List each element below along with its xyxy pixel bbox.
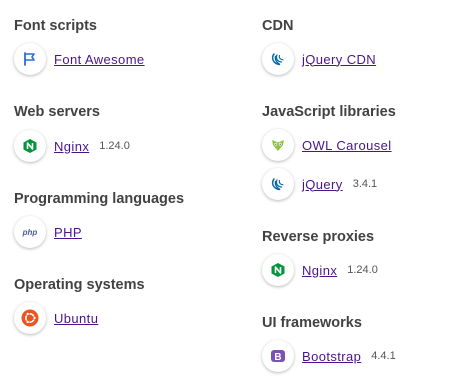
tech-name-link[interactable]: Nginx [302, 263, 337, 278]
php-icon: php [14, 216, 46, 248]
category-title-programming-languages: Programming languages [14, 191, 185, 207]
tech-item-owl-carousel[interactable]: OWL Carousel [262, 129, 392, 161]
bootstrap-icon: B [262, 340, 294, 372]
tech-item-nginx[interactable]: Nginx 1.24.0 [14, 130, 130, 162]
tech-item-jquery[interactable]: jQuery 3.4.1 [262, 168, 377, 200]
ubuntu-icon [14, 302, 46, 334]
category-title-font-scripts: Font scripts [14, 18, 97, 34]
category-title-javascript-libraries: JavaScript libraries [262, 104, 396, 120]
svg-text:B: B [274, 352, 281, 363]
tech-version: 1.24.0 [347, 264, 378, 276]
tech-name-link[interactable]: Ubuntu [54, 311, 98, 326]
category-title-cdn: CDN [262, 18, 294, 34]
jquery-icon [262, 43, 294, 75]
tech-version: 4.4.1 [371, 350, 396, 362]
tech-name-link[interactable]: Bootstrap [302, 349, 361, 364]
tech-name-link[interactable]: jQuery [302, 177, 343, 192]
svg-text:php: php [22, 228, 38, 237]
tech-name-link[interactable]: Nginx [54, 139, 89, 154]
tech-item-php[interactable]: php PHP [14, 216, 82, 248]
nginx-icon [14, 130, 46, 162]
tech-item-font-awesome[interactable]: Font Awesome [14, 43, 145, 75]
owl-carousel-icon [262, 129, 294, 161]
tech-item-bootstrap[interactable]: B Bootstrap 4.4.1 [262, 340, 396, 372]
category-title-ui-frameworks: UI frameworks [262, 315, 362, 331]
tech-name-link[interactable]: PHP [54, 225, 82, 240]
tech-version: 3.4.1 [352, 178, 378, 190]
jquery-icon [262, 168, 294, 200]
tech-version: 1.24.0 [99, 140, 130, 152]
category-title-reverse-proxies: Reverse proxies [262, 229, 375, 245]
tech-name-link[interactable]: jQuery CDN [302, 52, 376, 67]
category-title-operating-systems: Operating systems [14, 277, 145, 293]
tech-item-ubuntu[interactable]: Ubuntu [14, 302, 98, 334]
tech-item-nginx[interactable]: Nginx 1.24.0 [262, 254, 378, 286]
font-awesome-flag-icon [14, 43, 46, 75]
tech-name-link[interactable]: Font Awesome [54, 52, 145, 67]
tech-name-link[interactable]: OWL Carousel [302, 138, 392, 153]
nginx-icon [262, 254, 294, 286]
tech-item-jquery-cdn[interactable]: jQuery CDN [262, 43, 376, 75]
category-title-web-servers: Web servers [14, 104, 100, 120]
